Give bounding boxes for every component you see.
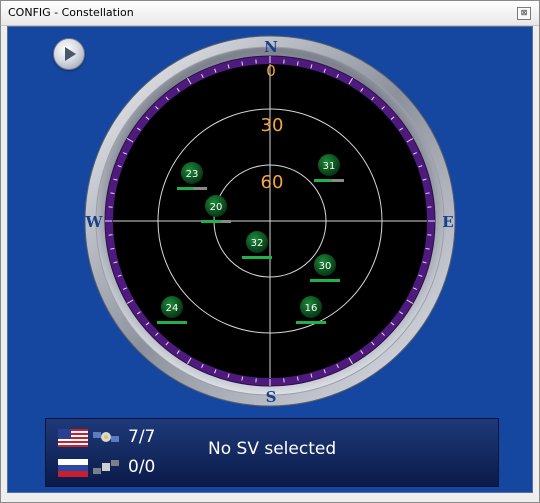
gps-satellite-icon bbox=[93, 432, 119, 442]
bezel-tick bbox=[296, 376, 299, 381]
signal-bar-remainder bbox=[332, 179, 344, 182]
bezel-tick bbox=[425, 247, 430, 250]
north-label: N bbox=[264, 38, 278, 56]
bezel-tick bbox=[110, 192, 115, 195]
signal-bar bbox=[314, 179, 332, 182]
play-icon bbox=[65, 47, 76, 61]
bezel-tick bbox=[241, 376, 244, 381]
satellite-id: 32 bbox=[251, 238, 264, 249]
satellite-id: 30 bbox=[319, 261, 332, 272]
elevation-label-60: 60 bbox=[261, 172, 284, 193]
signal-bar bbox=[157, 321, 187, 324]
russia-flag-icon bbox=[58, 459, 88, 477]
satellite-id: 23 bbox=[186, 169, 199, 180]
glonass-satellite-icon bbox=[93, 460, 119, 474]
signal-bar bbox=[310, 279, 340, 282]
signal-bar bbox=[201, 220, 221, 223]
close-icon: ⊠ bbox=[520, 8, 528, 17]
satellite-id: 20 bbox=[210, 202, 223, 213]
south-label: S bbox=[266, 388, 277, 406]
sv-selection-message: No SV selected bbox=[208, 439, 337, 459]
usa-flag-icon bbox=[58, 429, 88, 447]
signal-bar-remainder bbox=[221, 220, 231, 223]
close-button[interactable]: ⊠ bbox=[517, 7, 531, 20]
east-label: E bbox=[442, 213, 453, 231]
signal-bar bbox=[296, 321, 326, 324]
window-title: CONFIG - Constellation bbox=[8, 6, 134, 19]
glonass-satellite-count: 0/0 bbox=[128, 457, 156, 477]
constellation-view: 0 30 60 N S E W 23 31 20 32 30 24 16 7/7… bbox=[7, 26, 533, 493]
satellite-id: 31 bbox=[323, 161, 336, 172]
elevation-label-0: 0 bbox=[266, 62, 276, 80]
signal-bar bbox=[242, 256, 272, 259]
play-button[interactable] bbox=[53, 38, 85, 70]
title-bar: CONFIG - Constellation ⊠ bbox=[1, 1, 539, 26]
bezel-tick bbox=[241, 61, 244, 66]
elevation-label-30: 30 bbox=[261, 115, 284, 136]
satellite-id: 16 bbox=[305, 303, 318, 314]
bezel-tick bbox=[425, 192, 430, 195]
bezel-tick bbox=[296, 61, 299, 66]
signal-bar bbox=[177, 187, 194, 190]
status-panel: 7/7 0/0 No SV selected bbox=[45, 418, 499, 487]
gps-satellite-count: 7/7 bbox=[128, 427, 156, 447]
west-label: W bbox=[85, 213, 104, 231]
signal-bar-remainder bbox=[194, 187, 207, 190]
satellite-id: 24 bbox=[166, 303, 179, 314]
constellation-window: CONFIG - Constellation ⊠ 0 30 60 N S E W… bbox=[0, 0, 540, 503]
bezel-tick bbox=[110, 247, 115, 250]
